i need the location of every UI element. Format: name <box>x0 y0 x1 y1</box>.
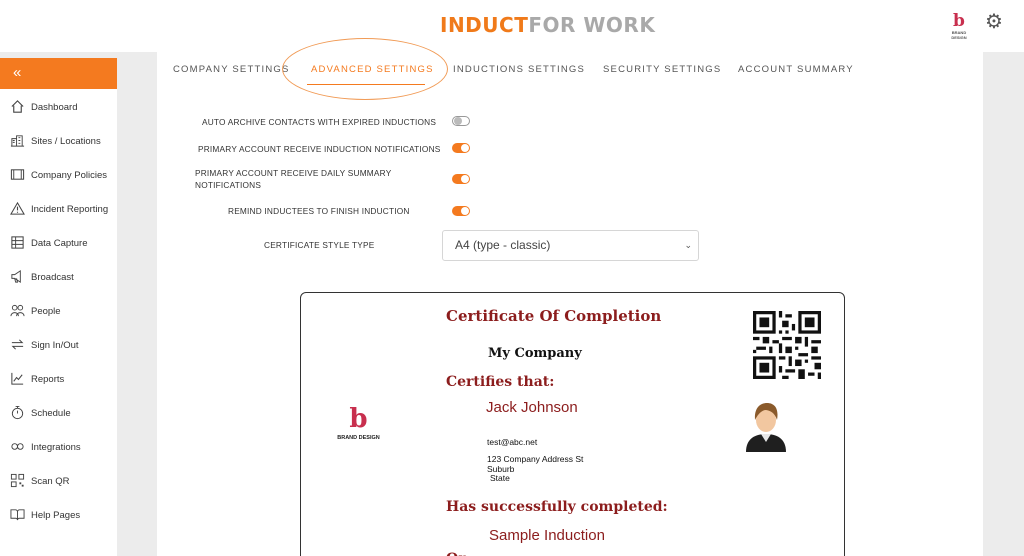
settings-tabs: COMPANY SETTINGS ADVANCED SETTINGS INDUC… <box>157 38 983 100</box>
company-brand-logo[interactable]: b BRAND DESIGN <box>944 12 974 40</box>
main-panel: COMPANY SETTINGS ADVANCED SETTINGS INDUC… <box>157 38 983 556</box>
remind-inductees-label: REMIND INDUCTEES TO FINISH INDUCTION <box>228 206 410 216</box>
certificate-completed-heading: Has successfully completed: <box>446 499 668 515</box>
link-icon <box>9 439 25 455</box>
certificate-email: test@abc.net <box>487 437 538 447</box>
stopwatch-icon <box>9 405 25 421</box>
buildings-icon <box>9 133 25 149</box>
brand-mark-icon: b <box>349 404 368 434</box>
certificate-title: Certificate Of Completion <box>446 307 662 325</box>
open-book-icon <box>9 507 25 523</box>
daily-summary-toggle[interactable] <box>452 174 470 184</box>
sidebar: « Dashboard Sites / Locations Company Po… <box>0 58 117 556</box>
sidebar-collapse-button[interactable]: « <box>0 58 117 89</box>
top-header: INDUCTFOR WORK b BRAND DESIGN ⚙ <box>0 0 1024 52</box>
certificate-style-label: CERTIFICATE STYLE TYPE <box>264 240 375 250</box>
tab-inductions-settings[interactable]: INDUCTIONS SETTINGS <box>453 64 585 75</box>
auto-archive-toggle[interactable] <box>452 116 470 126</box>
recipient-avatar-icon <box>742 398 790 452</box>
certificate-course: Sample Induction <box>489 527 605 544</box>
sidebar-item-help-pages[interactable]: Help Pages <box>0 498 117 532</box>
certificate-address: 123 Company Address St Suburb State <box>487 454 584 483</box>
sidebar-item-people[interactable]: People <box>0 294 117 328</box>
sidebar-item-sites[interactable]: Sites / Locations <box>0 124 117 158</box>
app-logo[interactable]: INDUCTFOR WORK <box>440 13 655 37</box>
certificate-style-select[interactable]: A4 (type - classic) ⌄ <box>442 230 699 261</box>
sidebar-item-sign-in-out[interactable]: Sign In/Out <box>0 328 117 362</box>
megaphone-icon <box>9 269 25 285</box>
sidebar-item-incident-reporting[interactable]: Incident Reporting <box>0 192 117 226</box>
book-icon <box>9 167 25 183</box>
certificate-brand-logo: b BRAND DESIGN <box>337 404 380 441</box>
induction-notifications-toggle[interactable] <box>452 143 470 153</box>
certificate-cut-off-heading: On <box>446 551 468 556</box>
remind-inductees-toggle[interactable] <box>452 206 470 216</box>
sidebar-item-dashboard[interactable]: Dashboard <box>0 90 117 124</box>
sidebar-item-integrations[interactable]: Integrations <box>0 430 117 464</box>
tab-security-settings[interactable]: SECURITY SETTINGS <box>603 64 721 75</box>
certificate-certifies: Certifies that: <box>446 374 555 390</box>
sidebar-item-broadcast[interactable]: Broadcast <box>0 260 117 294</box>
qr-icon <box>9 473 25 489</box>
warning-icon <box>9 201 25 217</box>
people-icon <box>9 303 25 319</box>
auto-archive-label: AUTO ARCHIVE CONTACTS WITH EXPIRED INDUC… <box>202 117 437 127</box>
form-icon <box>9 235 25 251</box>
chevron-down-icon: ⌄ <box>684 240 692 250</box>
sidebar-item-reports[interactable]: Reports <box>0 362 117 396</box>
chart-icon <box>9 371 25 387</box>
induction-notifications-label: PRIMARY ACCOUNT RECEIVE INDUCTION NOTIFI… <box>198 144 441 154</box>
sidebar-item-schedule[interactable]: Schedule <box>0 396 117 430</box>
certificate-preview: Certificate Of Completion My Company Cer… <box>300 292 845 556</box>
tab-company-settings[interactable]: COMPANY SETTINGS <box>173 64 290 75</box>
certificate-recipient-name: Jack Johnson <box>486 399 578 416</box>
brand-mark-icon: b <box>953 11 965 31</box>
sidebar-item-scan-qr[interactable]: Scan QR <box>0 464 117 498</box>
sidebar-item-company-policies[interactable]: Company Policies <box>0 158 117 192</box>
certificate-company: My Company <box>488 346 582 361</box>
daily-summary-label: PRIMARY ACCOUNT RECEIVE DAILY SUMMARY NO… <box>195 168 392 190</box>
settings-gear-icon[interactable]: ⚙ <box>985 12 1003 32</box>
tab-account-summary[interactable]: ACCOUNT SUMMARY <box>738 64 854 75</box>
qr-code-icon <box>753 311 821 379</box>
sidebar-item-data-capture[interactable]: Data Capture <box>0 226 117 260</box>
highlight-circle-annotation <box>282 38 448 100</box>
swap-icon <box>9 337 25 353</box>
home-icon <box>9 99 25 115</box>
